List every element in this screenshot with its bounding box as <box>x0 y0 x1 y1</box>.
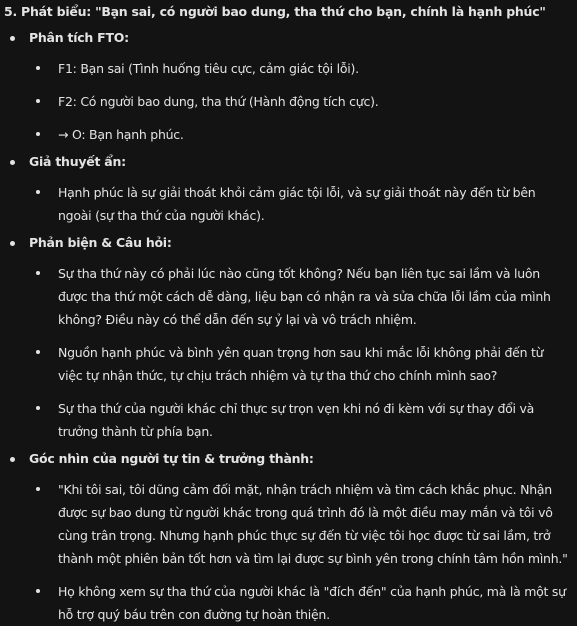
section-title: Góc nhìn của người tự tin & trưởng thành… <box>29 451 314 466</box>
section-mature-perspective: Góc nhìn của người tự tin & trưởng thành… <box>4 450 577 626</box>
list-item: Hạnh phúc là sự giải thoát khỏi cảm giác… <box>29 181 577 227</box>
section-title: Phân tích FTO: <box>29 30 129 45</box>
list-item: Sự tha thứ này có phải lúc nào cũng tốt … <box>29 262 577 331</box>
section-hidden-assumption: Giả thuyết ẩn: Hạnh phúc là sự giải thoá… <box>4 153 577 227</box>
list-item: → O: Bạn hạnh phúc. <box>29 123 577 146</box>
analysis-list: Phân tích FTO: F1: Bạn sai (Tình huống t… <box>4 29 577 626</box>
list-item: F2: Có người bao dung, tha thứ (Hành độn… <box>29 90 577 113</box>
response-document: 5. Phát biểu: "Bạn sai, có người bao dun… <box>0 0 577 626</box>
list-item: Sự tha thứ của người khác chỉ thực sự tr… <box>29 397 577 443</box>
list-item: "Khi tôi sai, tôi dũng cảm đối mặt, nhận… <box>29 478 577 570</box>
sub-list: Sự tha thứ này có phải lúc nào cũng tốt … <box>29 262 577 443</box>
section-critique-questions: Phản biện & Câu hỏi: Sự tha thứ này có p… <box>4 234 577 443</box>
sub-list: Hạnh phúc là sự giải thoát khỏi cảm giác… <box>29 181 577 227</box>
sub-list: F1: Bạn sai (Tình huống tiêu cực, cảm gi… <box>29 57 577 146</box>
sub-list: "Khi tôi sai, tôi dũng cảm đối mặt, nhận… <box>29 478 577 626</box>
list-item: Họ không xem sự tha thứ của người khác l… <box>29 580 577 626</box>
section-title: Giả thuyết ẩn: <box>29 154 126 169</box>
list-item: F1: Bạn sai (Tình huống tiêu cực, cảm gi… <box>29 57 577 80</box>
section-title: Phản biện & Câu hỏi: <box>29 235 172 250</box>
statement-heading: 5. Phát biểu: "Bạn sai, có người bao dun… <box>4 4 546 19</box>
section-fto-analysis: Phân tích FTO: F1: Bạn sai (Tình huống t… <box>4 29 577 146</box>
list-item: Nguồn hạnh phúc và bình yên quan trọng h… <box>29 341 577 387</box>
